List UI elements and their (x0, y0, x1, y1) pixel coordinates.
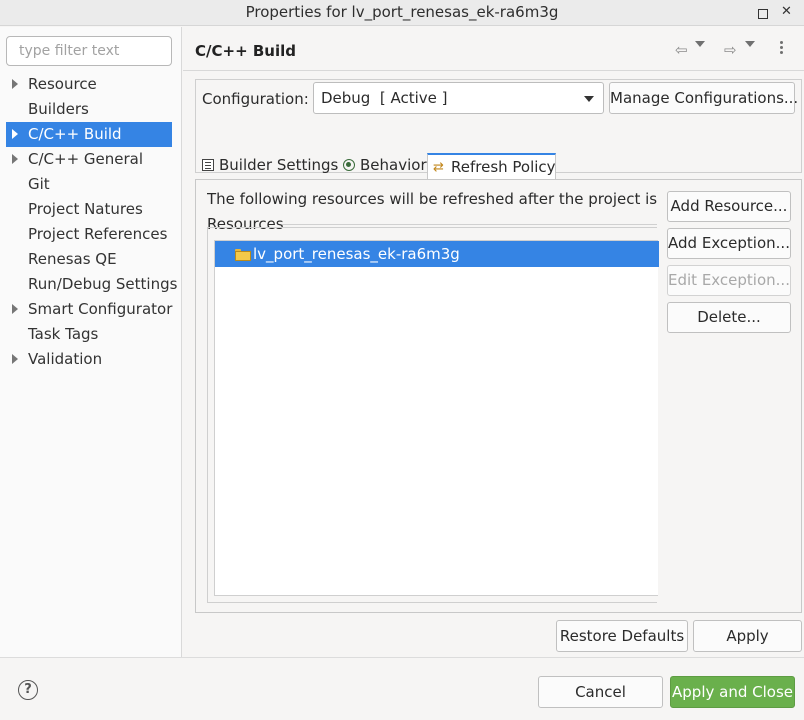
tab-refresh-policy[interactable]: Refresh Policy (427, 153, 556, 180)
forward-arrow-icon[interactable]: ⇨ (724, 41, 737, 59)
tab-label: Behavior (360, 156, 427, 174)
tree-item-label: Task Tags (28, 325, 99, 343)
filter-input[interactable] (6, 36, 172, 66)
tree-item-project-references[interactable]: Project References (6, 222, 172, 247)
tab-bar: Builder Settings Behavior Refresh Policy (196, 153, 803, 180)
window-title: Properties for lv_port_renesas_ek-ra6m3g (245, 3, 559, 21)
property-tree: Resource Builders C/C++ Build C/C++ Gene… (6, 72, 177, 372)
page-title: C/C++ Build (195, 42, 296, 60)
tree-item-label: Project References (28, 225, 168, 243)
tree-item-project-natures[interactable]: Project Natures (6, 197, 172, 222)
tree-item-run-debug-settings[interactable]: Run/Debug Settings (6, 272, 177, 297)
back-arrow-icon[interactable]: ⇦ (675, 41, 688, 59)
tree-item-builders[interactable]: Builders (6, 97, 172, 122)
configuration-value: Debug [ Active ] (321, 89, 448, 107)
tab-label: Builder Settings (219, 156, 339, 174)
add-resource-button[interactable]: Add Resource... (667, 191, 791, 222)
resource-item[interactable]: lv_port_renesas_ek-ra6m3g (215, 241, 659, 267)
chevron-down-icon[interactable] (584, 96, 594, 102)
resources-tree[interactable]: lv_port_renesas_ek-ra6m3g (214, 240, 659, 596)
resources-group: lv_port_renesas_ek-ra6m3g (207, 227, 659, 603)
forward-menu-icon[interactable] (745, 41, 755, 47)
tree-item-label: Renesas QE (28, 250, 117, 268)
tree-item-label: Builders (28, 100, 89, 118)
tree-item-c-cpp-build[interactable]: C/C++ Build (6, 122, 172, 147)
dialog-footer: ? Cancel Apply and Close (0, 657, 804, 720)
resource-label: lv_port_renesas_ek-ra6m3g (253, 245, 460, 263)
expand-arrow-icon[interactable] (12, 354, 18, 364)
refresh-description: The following resources will be refreshe… (207, 190, 657, 208)
property-tree-pane: Resource Builders C/C++ Build C/C++ Gene… (0, 27, 182, 657)
tree-item-label: C/C++ Build (28, 125, 122, 143)
property-page: C/C++ Build ⇦ ⇨ Configuration: Debug [ A… (183, 27, 804, 657)
tree-item-renesas-qe[interactable]: Renesas QE (6, 247, 172, 272)
configuration-select[interactable]: Debug [ Active ] (313, 82, 604, 114)
expand-arrow-icon[interactable] (12, 129, 18, 139)
title-bar: Properties for lv_port_renesas_ek-ra6m3g (0, 0, 804, 26)
divider (282, 224, 657, 225)
tree-item-label: Validation (28, 350, 103, 368)
expand-arrow-icon[interactable] (12, 79, 18, 89)
apply-and-close-button[interactable]: Apply and Close (670, 676, 795, 708)
close-icon[interactable] (779, 4, 795, 21)
maximize-icon[interactable] (754, 5, 770, 21)
restore-defaults-button[interactable]: Restore Defaults (556, 620, 688, 652)
tree-item-label: Smart Configurator (28, 300, 173, 318)
add-exception-button[interactable]: Add Exception... (667, 228, 791, 259)
tab-label: Refresh Policy (451, 158, 556, 176)
cancel-button[interactable]: Cancel (538, 676, 663, 708)
folder-icon (235, 249, 251, 261)
tree-item-label: C/C++ General (28, 150, 144, 168)
tree-item-validation[interactable]: Validation (6, 347, 172, 372)
apply-button[interactable]: Apply (693, 620, 802, 652)
expand-arrow-icon[interactable] (12, 304, 18, 314)
edit-exception-button: Edit Exception... (667, 265, 791, 296)
divider (183, 70, 804, 71)
tab-builder-settings[interactable]: Builder Settings (196, 153, 338, 179)
tree-item-label: Project Natures (28, 200, 143, 218)
refresh-policy-icon (433, 156, 446, 180)
page-navigation: ⇦ ⇨ (675, 41, 797, 61)
back-menu-icon[interactable] (695, 41, 705, 47)
configuration-label: Configuration: (202, 90, 309, 108)
expand-arrow-icon[interactable] (12, 154, 18, 164)
manage-configurations-button[interactable]: Manage Configurations... (609, 82, 798, 114)
tree-item-label: Resource (28, 75, 97, 93)
delete-button[interactable]: Delete... (667, 302, 791, 333)
tree-item-smart-configurator[interactable]: Smart Configurator (6, 297, 172, 322)
tree-item-task-tags[interactable]: Task Tags (6, 322, 172, 347)
tree-item-git[interactable]: Git (6, 172, 172, 197)
refresh-policy-panel: The following resources will be refreshe… (195, 179, 802, 613)
builder-settings-icon (202, 159, 214, 171)
tree-item-resource[interactable]: Resource (6, 72, 172, 97)
tab-behavior[interactable]: Behavior (337, 153, 427, 179)
help-icon[interactable]: ? (18, 680, 38, 700)
tree-item-c-cpp-general[interactable]: C/C++ General (6, 147, 172, 172)
tree-item-label: Run/Debug Settings (28, 275, 178, 293)
behavior-icon (343, 159, 355, 171)
view-menu-icon[interactable] (780, 41, 784, 55)
tree-item-label: Git (28, 175, 50, 193)
